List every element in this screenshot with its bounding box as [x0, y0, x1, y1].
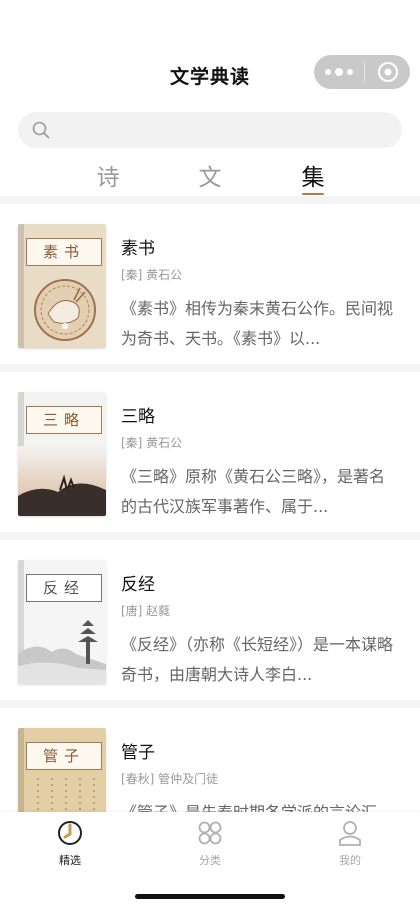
- book-title: 素书: [121, 239, 155, 259]
- home-indicator: [135, 894, 285, 899]
- nav-profile[interactable]: 我的: [310, 820, 390, 868]
- person-icon: [339, 821, 361, 846]
- dot-icon: [325, 69, 331, 75]
- book-icon: [58, 821, 82, 845]
- tab-collection[interactable]: 集: [283, 158, 343, 192]
- nav-label: 我的: [339, 854, 361, 867]
- book-author: [唐] 赵蕤: [121, 604, 171, 618]
- tab-prose[interactable]: 文: [180, 158, 240, 192]
- book-card-sushu[interactable]: 素书 素书 [秦] 黄石公 《素书》相传为秦末黄石公作。民间视为奇书、天书。《素…: [0, 204, 420, 364]
- book-title: 管子: [121, 743, 155, 763]
- section-divider: [0, 532, 420, 540]
- search-icon: [32, 121, 50, 139]
- book-cover: 反经: [18, 560, 106, 684]
- nav-label: 精选: [59, 854, 81, 867]
- book-cover: 素书: [18, 224, 106, 348]
- nav-categories[interactable]: 分类: [170, 820, 250, 868]
- cover-label: 反经: [26, 574, 102, 602]
- more-menu-button[interactable]: [314, 68, 364, 76]
- section-divider: [0, 196, 420, 204]
- book-description: 《反经》（亦称《长短经》）是一本谋略奇书，由唐朝大诗人李白...: [121, 635, 394, 684]
- battlefield-art: [18, 446, 106, 516]
- cover-label: 管子: [26, 742, 102, 770]
- active-tab-indicator: [302, 193, 324, 195]
- header-bar: 文学典读: [0, 0, 420, 105]
- book-description: 《三略》原称《黄石公三略》，是著名的古代汉族军事著作、属于...: [121, 467, 386, 516]
- book-author: [秦] 黄石公: [121, 436, 183, 450]
- cover-label: 素书: [26, 238, 102, 266]
- cover-label: 三略: [26, 406, 102, 434]
- book-author: [春秋] 管仲及门徒: [121, 772, 219, 786]
- grid-icon: [198, 821, 222, 845]
- tab-poetry[interactable]: 诗: [78, 158, 138, 192]
- pagoda-landscape-art: [18, 620, 106, 684]
- nav-featured[interactable]: 精选: [30, 820, 110, 868]
- category-tabs: 诗 文 集: [0, 158, 420, 198]
- mini-program-capsule: [314, 55, 410, 89]
- dot-icon: [335, 68, 343, 76]
- search-input[interactable]: [18, 112, 402, 148]
- close-program-button[interactable]: [365, 61, 410, 83]
- book-cover: 三略: [18, 392, 106, 516]
- rabbit-medallion-art: [34, 279, 96, 341]
- book-card-fanjing[interactable]: 反经 反经 [唐] 赵蕤 《反经》（亦称《长短经》）是一本谋略奇书，由唐朝大诗人…: [0, 540, 420, 700]
- book-description: 《素书》相传为秦末黄石公作。民间视为奇书、天书。《素书》以...: [121, 299, 394, 348]
- book-card-sanlue[interactable]: 三略 三略 [秦] 黄石公 《三略》原称《黄石公三略》，是著名的古代汉族军事著作…: [0, 372, 420, 532]
- book-title: 反经: [121, 575, 155, 595]
- dot-icon: [347, 69, 353, 75]
- book-author: [秦] 黄石公: [121, 268, 183, 282]
- section-divider: [0, 364, 420, 372]
- book-title: 三略: [121, 407, 155, 427]
- section-divider: [0, 700, 420, 708]
- target-icon: [377, 62, 398, 82]
- nav-label: 分类: [199, 854, 221, 867]
